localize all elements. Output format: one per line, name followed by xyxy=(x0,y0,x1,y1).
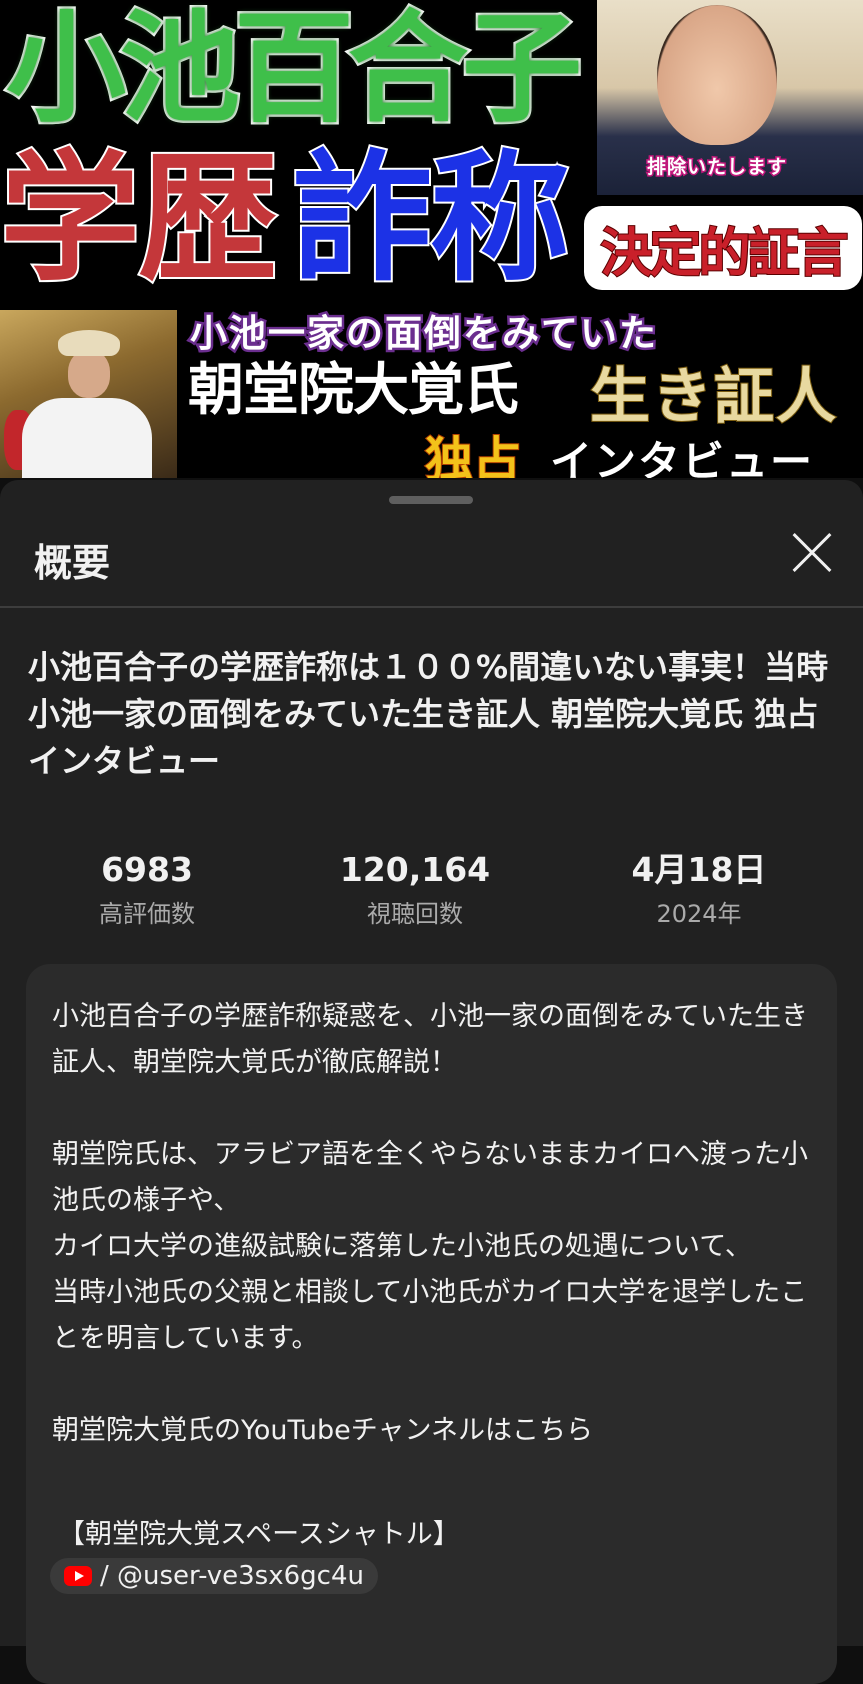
thumbnail-word-gakureki: 学歴 xyxy=(0,138,280,302)
thumbnail-title: 小池百合子 xyxy=(4,0,585,142)
thumbnail-line-interview: インタビュー xyxy=(550,437,815,478)
divider xyxy=(0,606,863,608)
hat-shape xyxy=(58,330,120,356)
photo-caption: 排除いたします xyxy=(645,155,788,180)
drag-handle[interactable] xyxy=(389,496,473,504)
youtube-icon xyxy=(64,1566,92,1586)
thumbnail-word-sasho: 詐称 xyxy=(290,138,572,302)
upload-date: 4月18日 xyxy=(631,850,767,889)
views-count: 120,164 xyxy=(339,850,491,889)
sheet-title: 概要 xyxy=(34,541,111,585)
description-text: 小池百合子の学歴詐称疑惑を、小池一家の面倒をみていた生き証人、朝堂院大覚氏が徹底… xyxy=(52,1001,808,1446)
stat-views: 120,164 視聴回数 xyxy=(285,848,545,932)
views-label: 視聴回数 xyxy=(367,900,463,928)
thumbnail-photo-koike: 排除いたします xyxy=(597,0,863,195)
body-shape xyxy=(22,398,152,478)
channel-link-chip[interactable]: / @user-ve3sx6gc4u xyxy=(50,1558,378,1594)
thumbnail-line-name: 朝堂院大覚氏 xyxy=(187,357,521,425)
video-thumbnail[interactable]: 小池百合子 学歴 詐称 排除いたします 決定的証言 小池一家の面倒をみていた 朝… xyxy=(0,0,863,478)
stats-row: 6983 高評価数 120,164 視聴回数 4月18日 2024年 xyxy=(0,848,863,948)
thumbnail-badge: 決定的証言 xyxy=(584,206,862,290)
channel-label: 【朝堂院大覚スペースシャトル】 xyxy=(58,1519,460,1550)
close-icon[interactable] xyxy=(790,531,834,575)
face-shape xyxy=(657,5,777,145)
thumbnail-photo-chodoin xyxy=(0,310,177,478)
thumbnail-line-exclusive: 独占 xyxy=(424,431,522,478)
head-shape xyxy=(68,350,110,398)
channel-handle: / @user-ve3sx6gc4u xyxy=(100,1561,364,1591)
upload-year: 2024年 xyxy=(656,900,742,928)
thumbnail-line-witness: 生き証人 xyxy=(589,361,838,433)
stat-likes: 6983 高評価数 xyxy=(17,848,277,932)
likes-label: 高評価数 xyxy=(99,900,195,928)
likes-count: 6983 xyxy=(101,850,193,889)
badge-text: 決定的証言 xyxy=(599,223,849,285)
description-sheet: 概要 小池百合子の学歴詐称は１００%間違いない事実！当時小池一家の面倒をみていた… xyxy=(0,480,863,1684)
description-box: 小池百合子の学歴詐称疑惑を、小池一家の面倒をみていた生き証人、朝堂院大覚氏が徹底… xyxy=(26,964,837,1684)
video-title: 小池百合子の学歴詐称は１００%間違いない事実！当時小池一家の面倒をみていた生き証… xyxy=(28,648,829,780)
stat-date: 4月18日 2024年 xyxy=(569,848,829,932)
